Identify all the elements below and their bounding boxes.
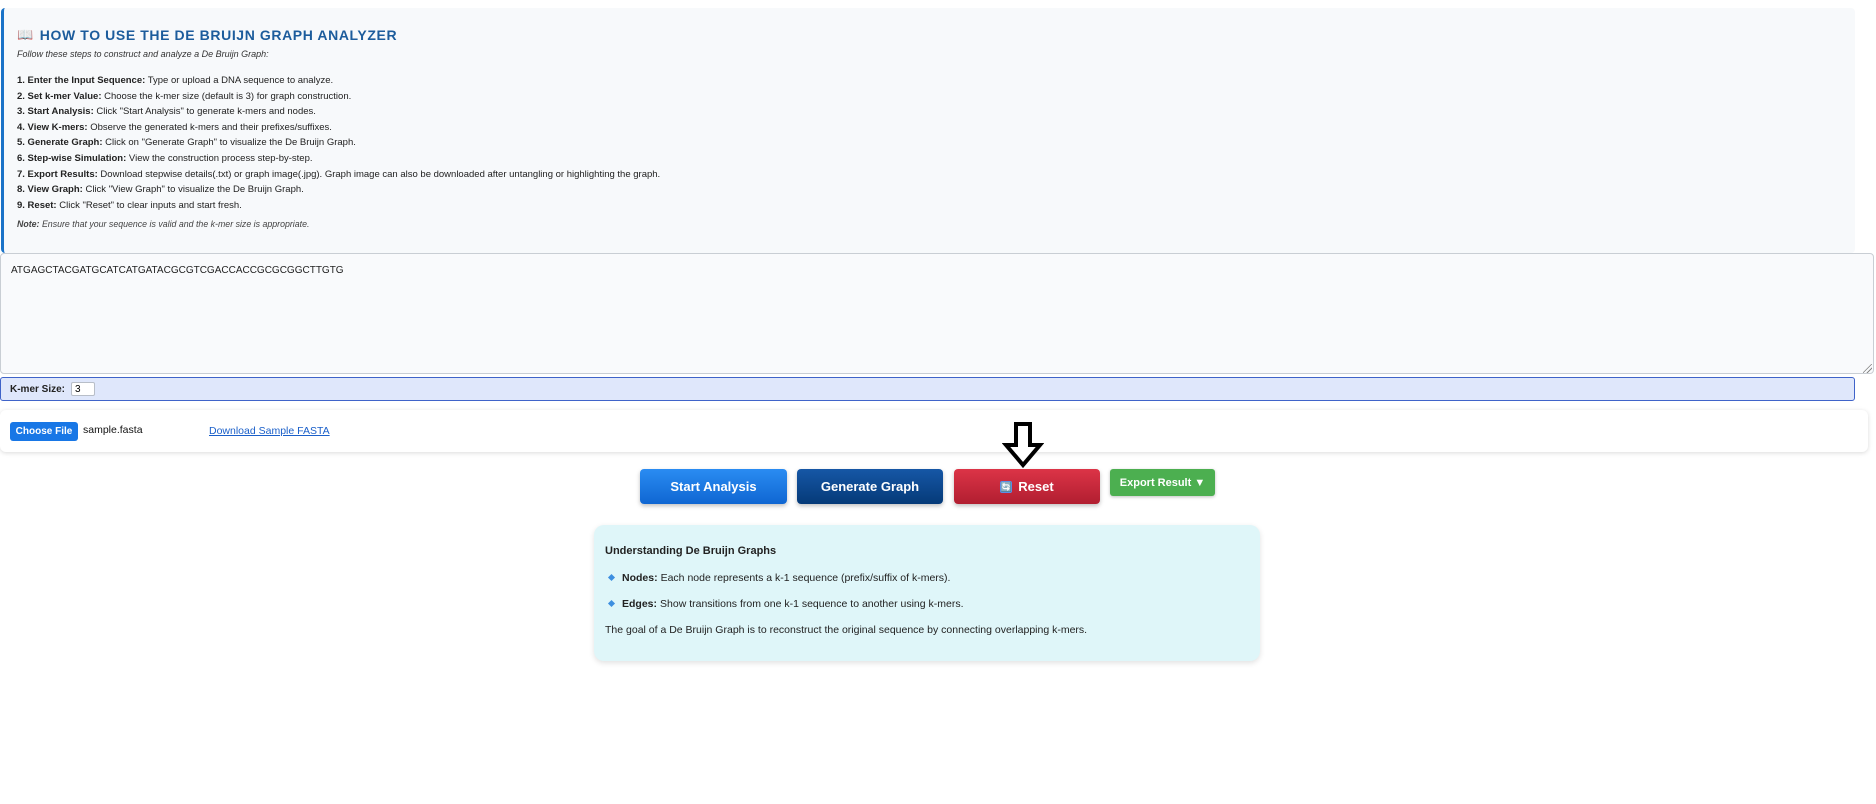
generate-graph-button[interactable]: Generate Graph	[797, 469, 943, 504]
choose-file-button[interactable]: Choose File	[10, 422, 78, 441]
download-sample-link[interactable]: Download Sample FASTA	[209, 425, 330, 437]
sequence-input[interactable]: ATGAGCTACGATGCATCATGATACGCGTCGACCACCGCGC…	[0, 253, 1874, 374]
down-arrow-icon	[1002, 422, 1044, 469]
step-item: 7. Export Results: Download stepwise det…	[17, 167, 1855, 183]
step-item: 8. View Graph: Click "View Graph" to vis…	[17, 182, 1855, 198]
step-text: Click "Start Analysis" to generate k-mer…	[96, 106, 316, 118]
step-text: View the construction process step-by-st…	[128, 152, 313, 164]
step-text: Observe the generated k-mers and their p…	[90, 121, 332, 133]
edges-label: Edges:	[622, 597, 658, 610]
info-item-nodes: Nodes: Each node represents a k-1 sequen…	[605, 571, 1249, 584]
step-text: Download stepwise details(.txt) or graph…	[100, 168, 661, 180]
step-item: 3. Start Analysis: Click "Start Analysis…	[17, 104, 1855, 120]
info-goal-text: The goal of a De Bruijn Graph is to reco…	[605, 624, 1088, 636]
steps-list: 1. Enter the Input Sequence: Type or upl…	[17, 73, 1855, 213]
instructions-note: Note: Ensure that your sequence is valid…	[17, 219, 1855, 229]
selected-file-name: sample.fasta	[83, 424, 143, 436]
instructions-intro: Follow these steps to construct and anal…	[17, 49, 269, 59]
export-result-button[interactable]: Export Result ▼	[1110, 469, 1215, 496]
step-item: 6. Step-wise Simulation: View the constr…	[17, 151, 1855, 167]
step-label: 7. Export Results:	[17, 168, 98, 180]
kmer-size-bar: K-mer Size:	[0, 377, 1855, 401]
reset-button[interactable]: 🔄 Reset	[954, 469, 1100, 504]
step-text: Click "Reset" to clear inputs and start …	[59, 199, 242, 211]
step-text: Type or upload a DNA sequence to analyze…	[147, 75, 334, 86]
book-icon: 📖	[17, 27, 34, 42]
kmer-size-input[interactable]	[71, 382, 96, 396]
step-text: Click on "Generate Graph" to visualize t…	[105, 137, 356, 149]
step-label: 3. Start Analysis:	[17, 106, 94, 118]
step-text: Choose the k-mer size (default is 3) for…	[104, 90, 352, 102]
info-card: Understanding De Bruijn Graphs Nodes: Ea…	[594, 525, 1260, 661]
edges-text: Show transitions from one k-1 sequence t…	[660, 597, 964, 610]
diamond-bullet-icon	[607, 599, 616, 608]
step-item: 1. Enter the Input Sequence: Type or upl…	[17, 73, 1855, 89]
info-title: Understanding De Bruijn Graphs	[605, 545, 777, 557]
step-item: 2. Set k-mer Value: Choose the k-mer siz…	[17, 89, 1855, 105]
instructions-panel: 📖 HOW TO USE THE DE BRUIJN GRAPH ANALYZE…	[1, 8, 1855, 253]
step-label: 8. View Graph:	[17, 184, 83, 196]
start-analysis-button[interactable]: Start Analysis	[640, 469, 787, 504]
nodes-text: Each node represents a k-1 sequence (pre…	[660, 571, 951, 584]
file-upload-row: Choose File sample.fasta Download Sample…	[0, 410, 1868, 452]
step-label: 4. View K-mers:	[17, 121, 88, 133]
diamond-bullet-icon	[607, 573, 616, 582]
step-label: 6. Step-wise Simulation:	[17, 152, 127, 164]
step-item: 4. View K-mers: Observe the generated k-…	[17, 120, 1855, 136]
step-label: 1. Enter the Input Sequence:	[17, 75, 146, 86]
step-text: Click "View Graph" to visualize the De B…	[85, 184, 304, 196]
reset-icon: 🔄	[1000, 480, 1013, 493]
instructions-title: 📖 HOW TO USE THE DE BRUIJN GRAPH ANALYZE…	[17, 26, 1855, 44]
step-item: 5. Generate Graph: Click on "Generate Gr…	[17, 135, 1855, 151]
resize-handle[interactable]	[1863, 364, 1872, 373]
instructions-title-text: HOW TO USE THE DE BRUIJN GRAPH ANALYZER	[39, 27, 398, 43]
nodes-label: Nodes:	[622, 571, 658, 584]
step-label: 9. Reset:	[17, 199, 57, 211]
reset-button-label: Reset	[1018, 479, 1054, 494]
step-label: 5. Generate Graph:	[17, 137, 103, 149]
info-item-edges: Edges: Show transitions from one k-1 seq…	[605, 597, 1249, 610]
step-label: 2. Set k-mer Value:	[17, 90, 102, 102]
note-text: Ensure that your sequence is valid and t…	[41, 219, 310, 230]
kmer-size-label: K-mer Size:	[10, 383, 66, 395]
step-item: 9. Reset: Click "Reset" to clear inputs …	[17, 198, 1855, 214]
note-label: Note:	[17, 219, 40, 230]
